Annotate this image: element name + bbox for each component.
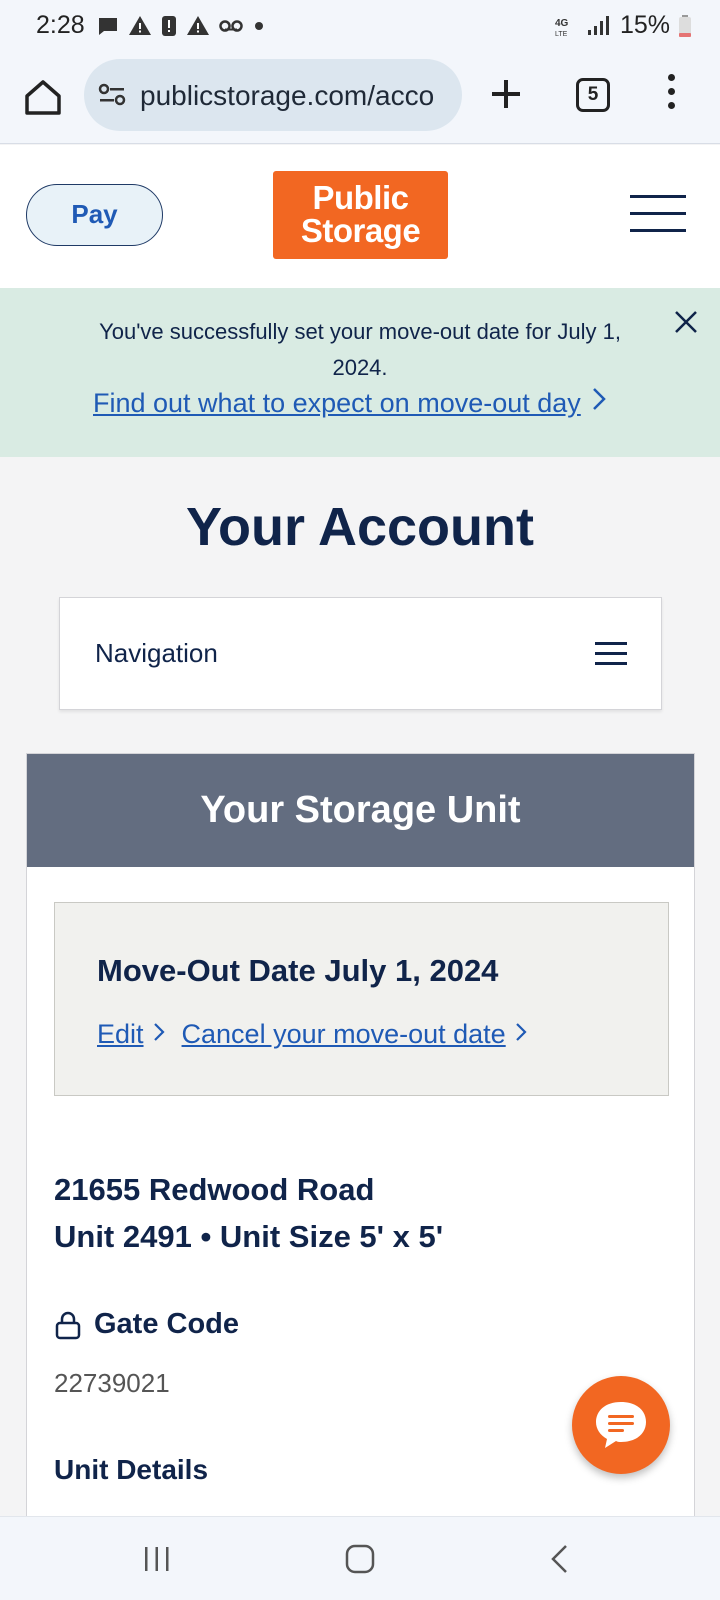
- unit-address: 21655 Redwood Road Unit 2491 • Unit Size…: [54, 1166, 443, 1260]
- notification-icons: [96, 14, 266, 38]
- site-header: Pay Public Storage: [0, 145, 720, 288]
- move-out-date-title: Move-Out Date July 1, 2024: [97, 953, 499, 988]
- close-banner-icon[interactable]: [672, 308, 700, 336]
- unit-details-heading: Unit Details: [54, 1454, 209, 1485]
- tab-switcher-button[interactable]: 5: [576, 78, 610, 112]
- system-navigation-bar: [0, 1516, 720, 1600]
- navigation-menu-icon: [595, 642, 627, 666]
- chevron-right-icon: [515, 1023, 527, 1041]
- banner-message: You've successfully set your move-out da…: [99, 319, 621, 380]
- main-menu-icon[interactable]: [630, 195, 686, 232]
- navigation-dropdown[interactable]: Navigation: [59, 597, 662, 710]
- pay-button[interactable]: Pay: [26, 184, 163, 246]
- new-tab-icon[interactable]: [486, 74, 526, 114]
- recent-apps-icon[interactable]: [142, 1545, 172, 1573]
- page-title: Your Account: [186, 497, 534, 557]
- lock-icon: [55, 1311, 81, 1339]
- url-text: publicstorage.com/acco: [140, 80, 435, 111]
- address-bar[interactable]: publicstorage.com/acco: [84, 59, 462, 131]
- signal-icon: [587, 15, 609, 35]
- cancel-move-out-link[interactable]: Cancel your move-out date: [182, 1019, 506, 1049]
- lte-icon: 4G LTE: [555, 18, 569, 38]
- browser-toolbar: publicstorage.com/acco 5: [0, 54, 720, 144]
- gate-code-value: 22739021: [54, 1368, 170, 1398]
- logo-line-2: Storage: [300, 212, 421, 249]
- chat-button[interactable]: [572, 1376, 670, 1474]
- gate-code-heading: Gate Code: [54, 1308, 239, 1341]
- svg-text:LTE: LTE: [555, 31, 568, 38]
- navigation-label: Navigation: [95, 638, 218, 668]
- back-icon[interactable]: [548, 1543, 572, 1575]
- move-out-info-link-text: Find out what to expect on move-out day: [93, 388, 581, 418]
- chevron-right-icon: [153, 1023, 165, 1041]
- home-nav-icon[interactable]: [344, 1543, 376, 1575]
- battery-percent: 15%: [619, 11, 670, 39]
- move-out-actions: Edit Cancel your move-out date: [97, 1019, 544, 1050]
- move-out-box: Move-Out Date July 1, 2024 Edit Cancel yo…: [54, 902, 669, 1096]
- home-icon[interactable]: [22, 76, 64, 118]
- move-out-info-link[interactable]: Find out what to expect on move-out day: [93, 386, 607, 419]
- battery-icon: [679, 14, 691, 37]
- message-icon: [99, 18, 117, 35]
- warning-icon: [129, 16, 151, 35]
- address-line: 21655 Redwood Road: [54, 1172, 375, 1207]
- logo-line-1: Public: [312, 179, 409, 216]
- success-banner: You've successfully set your move-out da…: [0, 288, 720, 457]
- edit-move-out-link[interactable]: Edit: [97, 1019, 144, 1049]
- more-options-icon[interactable]: [664, 74, 678, 116]
- voicemail-icon: [219, 20, 243, 32]
- warning-icon: [187, 16, 209, 35]
- public-storage-logo[interactable]: Public Storage: [273, 171, 448, 259]
- alert-icon: [162, 16, 176, 36]
- chevron-right-icon: [592, 388, 606, 410]
- status-time: 2:28: [36, 11, 85, 39]
- unit-card-header: Your Storage Unit: [27, 754, 694, 867]
- gate-code-label: Gate Code: [94, 1308, 240, 1340]
- site-settings-icon[interactable]: [98, 83, 126, 107]
- svg-text:4G: 4G: [555, 18, 569, 29]
- chat-icon: [596, 1402, 646, 1448]
- dot-icon: [255, 22, 263, 30]
- status-bar: 2:28 4G LTE 15%: [0, 0, 720, 54]
- unit-size-line: Unit 2491 • Unit Size 5' x 5': [54, 1219, 444, 1254]
- status-right: 4G LTE 15%: [554, 11, 692, 40]
